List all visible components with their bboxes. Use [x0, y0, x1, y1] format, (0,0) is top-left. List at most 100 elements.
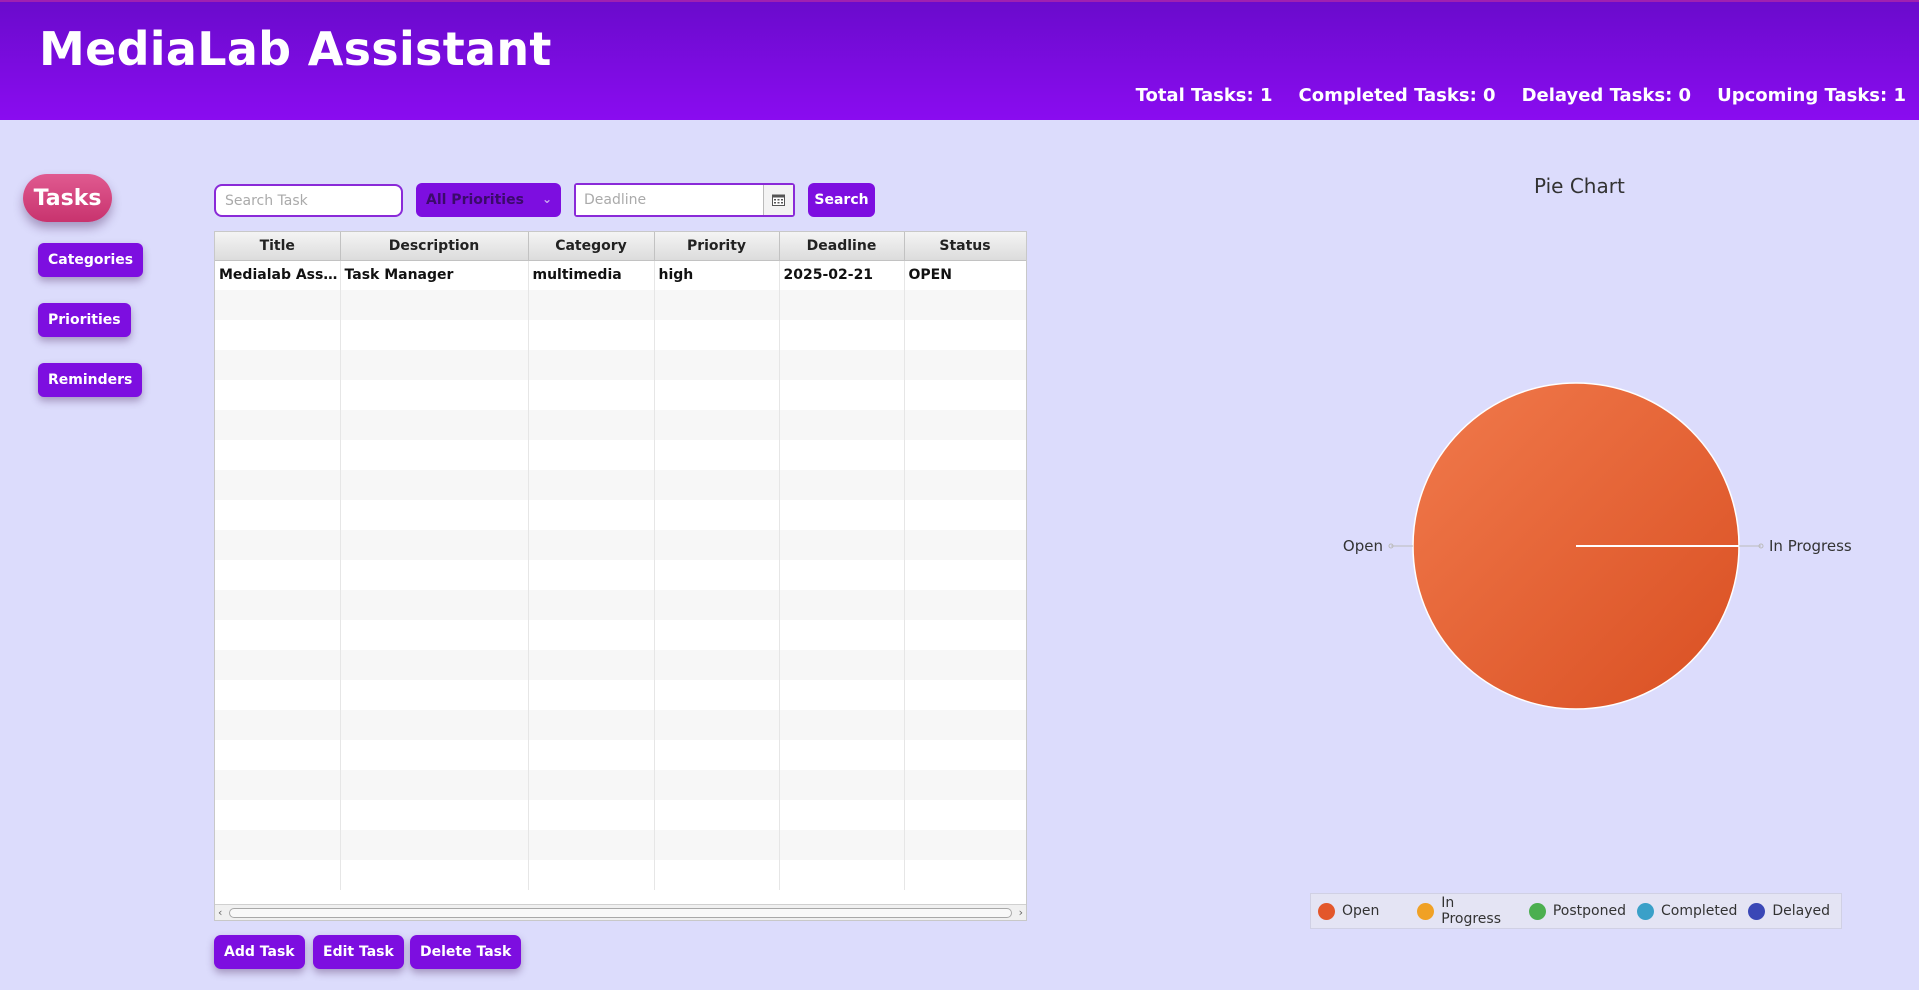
legend-item-completed: Completed [1636, 902, 1737, 920]
column-header-priority[interactable]: Priority [654, 232, 780, 261]
tasks-table: Title Description Category Priority Dead… [214, 231, 1027, 921]
legend-color-dot [1636, 902, 1654, 920]
edit-task-button[interactable]: Edit Task [313, 935, 404, 969]
empty-cell [215, 530, 341, 560]
empty-cell [528, 770, 655, 800]
empty-cell [779, 350, 905, 380]
chevron-down-icon: ⌄ [541, 192, 552, 206]
empty-cell [215, 470, 341, 500]
empty-cell [340, 440, 529, 470]
empty-cell [779, 290, 905, 320]
empty-cell [215, 770, 341, 800]
legend-item-postponed: Postponed [1528, 902, 1626, 920]
empty-cell [654, 560, 780, 590]
cell-status: OPEN [904, 260, 1026, 290]
scrollbar-thumb[interactable] [229, 908, 1012, 918]
legend-color-dot [1528, 902, 1546, 920]
table-row[interactable]: Medialab Assi... Task Manager multimedia… [215, 260, 1026, 290]
priority-filter-select[interactable]: All Priorities ⌄ [416, 183, 561, 217]
empty-table-row [215, 350, 1026, 380]
empty-cell [779, 710, 905, 740]
empty-cell [779, 320, 905, 350]
legend-item-open: Open [1318, 902, 1379, 920]
deadline-input[interactable] [576, 185, 763, 215]
empty-table-row [215, 560, 1026, 590]
empty-cell [904, 350, 1026, 380]
search-task-input[interactable] [214, 184, 403, 217]
empty-table-row [215, 410, 1026, 440]
empty-cell [904, 530, 1026, 560]
empty-cell [340, 560, 529, 590]
chart-legend: Open In Progress Postponed Completed Delayed [1310, 893, 1842, 929]
cell-title: Medialab Assi... [215, 260, 341, 290]
empty-cell [215, 440, 341, 470]
empty-table-row [215, 800, 1026, 830]
priority-filter-value: All Priorities [426, 192, 524, 208]
stat-delayed-label: Delayed Tasks: 0 [1521, 85, 1692, 106]
empty-cell [215, 620, 341, 650]
stat-completed-label: Completed Tasks: 0 [1298, 85, 1496, 106]
column-header-category[interactable]: Category [528, 232, 655, 261]
column-header-title[interactable]: Title [215, 232, 341, 261]
empty-cell [904, 440, 1026, 470]
empty-table-row [215, 590, 1026, 620]
empty-cell [528, 440, 655, 470]
column-header-description[interactable]: Description [340, 232, 529, 261]
add-task-button[interactable]: Add Task [214, 935, 305, 969]
legend-color-dot [1417, 902, 1435, 920]
empty-cell [654, 740, 780, 770]
empty-cell [654, 620, 780, 650]
empty-cell [779, 410, 905, 440]
empty-cell [528, 740, 655, 770]
empty-table-row [215, 470, 1026, 500]
empty-cell [779, 560, 905, 590]
empty-cell [904, 830, 1026, 860]
empty-cell [779, 590, 905, 620]
stat-upcoming-label: Upcoming Tasks: 1 [1717, 85, 1906, 106]
empty-cell [904, 800, 1026, 830]
column-header-deadline[interactable]: Deadline [779, 232, 905, 261]
empty-cell [904, 380, 1026, 410]
empty-table-row [215, 620, 1026, 650]
empty-cell [654, 500, 780, 530]
empty-cell [215, 680, 341, 710]
stat-delayed-tasks: Delayed Tasks: 0 [1522, 85, 1692, 106]
empty-cell [215, 380, 341, 410]
empty-cell [528, 530, 655, 560]
nav-priorities-button[interactable]: Priorities [38, 303, 131, 337]
column-header-status[interactable]: Status [904, 232, 1026, 261]
empty-cell [340, 410, 529, 440]
calendar-icon[interactable] [763, 185, 793, 215]
scroll-right-icon[interactable]: › [1019, 905, 1023, 920]
empty-cell [779, 680, 905, 710]
empty-cell [528, 860, 655, 890]
empty-cell [654, 830, 780, 860]
empty-cell [215, 800, 341, 830]
empty-cell [654, 680, 780, 710]
horizontal-scrollbar[interactable]: ‹ › [215, 904, 1026, 920]
empty-cell [904, 860, 1026, 890]
nav-tasks-button[interactable]: Tasks [23, 174, 112, 222]
empty-table-row [215, 500, 1026, 530]
stat-upcoming-tasks: Upcoming Tasks: 1 [1717, 85, 1906, 106]
cell-description: Task Manager [340, 260, 529, 290]
empty-cell [654, 650, 780, 680]
empty-cell [215, 500, 341, 530]
pie-label-in-progress: In Progress [1769, 537, 1852, 555]
empty-cell [340, 770, 529, 800]
legend-color-dot [1318, 902, 1335, 920]
empty-cell [779, 440, 905, 470]
task-stats: Total Tasks: 1 Completed Tasks: 0 Delaye… [1136, 85, 1906, 106]
search-button[interactable]: Search [808, 183, 875, 217]
empty-cell [340, 650, 529, 680]
nav-reminders-button[interactable]: Reminders [38, 363, 143, 397]
empty-cell [528, 500, 655, 530]
empty-cell [528, 290, 655, 320]
scroll-left-icon[interactable]: ‹ [218, 905, 222, 920]
empty-cell [528, 800, 655, 830]
empty-cell [904, 590, 1026, 620]
empty-cell [340, 470, 529, 500]
delete-task-button[interactable]: Delete Task [410, 935, 522, 969]
nav-categories-button[interactable]: Categories [38, 243, 144, 277]
empty-cell [654, 350, 780, 380]
